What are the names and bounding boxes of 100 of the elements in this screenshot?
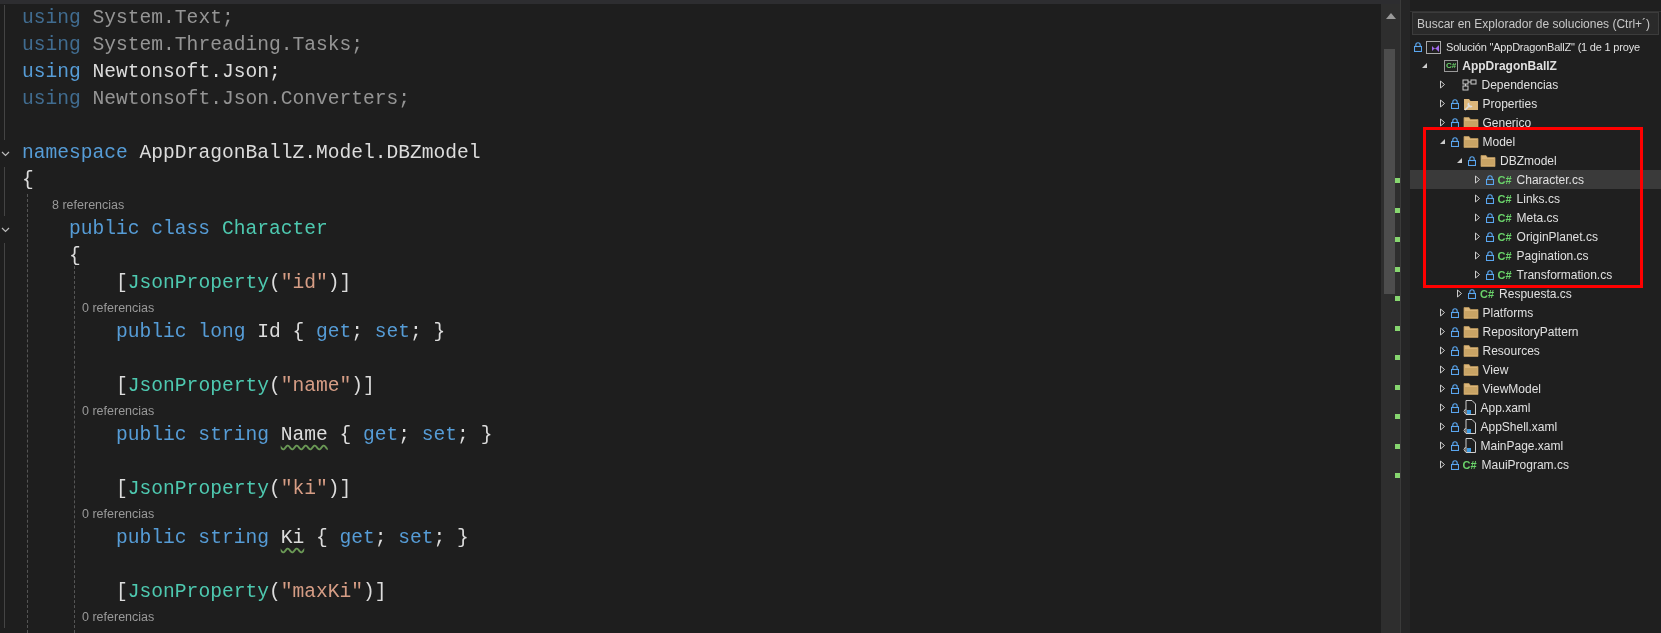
collapsed-arrow-icon[interactable] <box>1437 365 1447 374</box>
tree-item[interactable]: AppShell.xaml <box>1410 417 1661 436</box>
tree-item[interactable]: MainPage.xaml <box>1410 436 1661 455</box>
csharp-file-icon: C# <box>1497 268 1512 281</box>
change-marker <box>1395 355 1400 360</box>
csharp-file-icon: C# <box>1462 458 1477 471</box>
code-line: using System.Text; <box>22 6 234 31</box>
code-line: namespace AppDragonBallZ.Model.DBZmodel <box>22 141 481 166</box>
scroll-up-icon[interactable] <box>1385 13 1396 19</box>
collapsed-arrow-icon[interactable] <box>1472 213 1482 222</box>
folder-icon <box>1462 382 1479 395</box>
collapsed-arrow-icon[interactable] <box>1455 289 1464 298</box>
reference-count[interactable]: 0 referencias <box>82 297 155 319</box>
csharp-file-icon: C# <box>1497 173 1512 186</box>
tree-item[interactable]: C# Links.cs <box>1410 189 1661 208</box>
solution-icon <box>1426 39 1442 54</box>
tree-item[interactable]: Dependencias <box>1410 75 1661 94</box>
collapsed-arrow-icon[interactable] <box>1472 175 1482 184</box>
code-line: using System.Threading.Tasks; <box>22 33 363 58</box>
tree-item[interactable]: C# Pagination.cs <box>1410 246 1661 265</box>
collapsed-arrow-icon[interactable] <box>1437 80 1447 89</box>
collapsed-arrow-icon[interactable] <box>1472 270 1482 279</box>
tree-item[interactable]: C# OriginPlanet.cs <box>1410 227 1661 246</box>
change-marker <box>1395 473 1400 478</box>
tree-item[interactable]: ViewModel <box>1410 379 1661 398</box>
collapsed-arrow-icon[interactable] <box>1437 460 1447 469</box>
tree-item[interactable]: C# Transformation.cs <box>1410 265 1661 284</box>
folder-icon <box>1462 116 1479 129</box>
tree-item[interactable]: C# MauiProgram.cs <box>1410 455 1661 474</box>
expanded-arrow-icon[interactable] <box>1455 156 1464 165</box>
tree-item[interactable]: RepositoryPattern <box>1410 322 1661 341</box>
fold-icon[interactable] <box>1 226 10 233</box>
tree-item[interactable]: Generico <box>1410 113 1661 132</box>
csharp-file-icon: C# <box>1480 287 1495 300</box>
change-marker <box>1395 414 1400 419</box>
tree-item[interactable]: Resources <box>1410 341 1661 360</box>
change-marker <box>1395 296 1400 301</box>
xaml-file-icon <box>1462 400 1477 415</box>
csharp-file-icon: C# <box>1497 230 1512 243</box>
tree-item[interactable]: C# Respuesta.cs <box>1410 284 1661 303</box>
folder-icon <box>1462 344 1479 357</box>
search-field[interactable]: Buscar en Explorador de soluciones (Ctrl+´) <box>1412 12 1659 35</box>
vertical-scrollbar[interactable] <box>1381 4 1400 633</box>
change-marker <box>1395 266 1400 272</box>
change-marker <box>1395 178 1400 183</box>
code-line: public string Name { get; set; } <box>115 423 493 448</box>
folder-icon <box>1480 154 1496 167</box>
folder-icon <box>1462 306 1479 319</box>
tree-item[interactable]: Solución "AppDragonBallZ" (1 de 1 proye <box>1410 37 1661 56</box>
tree-item[interactable]: View <box>1410 360 1661 379</box>
tree-item[interactable]: Platforms <box>1410 303 1661 322</box>
collapsed-arrow-icon[interactable] <box>1472 251 1482 260</box>
project-icon: C# <box>1444 59 1459 72</box>
code-line: [JsonProperty("id")] <box>115 271 352 296</box>
collapsed-arrow-icon[interactable] <box>1472 232 1482 241</box>
collapsed-arrow-icon[interactable] <box>1437 308 1447 317</box>
xaml-file-icon <box>1462 419 1477 434</box>
reference-count[interactable]: 0 referencias <box>82 606 155 628</box>
tree-item[interactable]: App.xaml <box>1410 398 1661 417</box>
collapsed-arrow-icon[interactable] <box>1437 327 1447 336</box>
collapsed-arrow-icon[interactable] <box>1437 441 1447 450</box>
change-marker <box>1395 237 1400 242</box>
code-line: { <box>22 168 34 193</box>
tree-item[interactable]: C# AppDragonBallZ <box>1410 56 1661 75</box>
collapsed-arrow-icon[interactable] <box>1437 384 1447 393</box>
tree-item[interactable]: Model <box>1410 132 1661 151</box>
reference-count[interactable]: 0 referencias <box>82 400 155 422</box>
change-marker <box>1395 384 1400 390</box>
folder-wrench-icon <box>1462 96 1479 111</box>
folder-icon <box>1462 135 1479 148</box>
code-line: [JsonProperty("ki")] <box>115 477 352 502</box>
change-marker <box>1395 207 1400 213</box>
code-line: using Newtonsoft.Json.Converters; <box>22 87 411 112</box>
code-line: [JsonProperty("name")] <box>115 374 375 399</box>
folder-icon <box>1462 363 1479 376</box>
expanded-arrow-icon[interactable] <box>1420 61 1429 70</box>
collapsed-arrow-icon[interactable] <box>1437 346 1447 355</box>
code-line: public long Id { get; set; } <box>115 320 446 345</box>
collapsed-arrow-icon[interactable] <box>1437 118 1447 127</box>
change-marker <box>1395 325 1400 331</box>
collapsed-arrow-icon[interactable] <box>1472 194 1482 203</box>
csharp-file-icon: C# <box>1497 211 1512 224</box>
code-line: public class Character <box>68 217 328 242</box>
code-line: [JsonProperty("maxKi")] <box>115 580 387 605</box>
reference-count[interactable]: 0 referencias <box>82 503 155 525</box>
tree-item[interactable]: C# Character.cs <box>1410 170 1661 189</box>
collapsed-arrow-icon[interactable] <box>1437 422 1447 431</box>
csharp-file-icon: C# <box>1497 192 1512 205</box>
tree-item[interactable]: Properties <box>1410 94 1661 113</box>
xaml-file-icon <box>1462 438 1477 453</box>
tree-item[interactable]: C# Meta.cs <box>1410 208 1661 227</box>
collapsed-arrow-icon[interactable] <box>1437 403 1447 412</box>
collapsed-arrow-icon[interactable] <box>1437 99 1447 108</box>
csharp-file-icon: C# <box>1497 249 1512 262</box>
tree-item[interactable]: DBZmodel <box>1410 151 1661 170</box>
fold-icon[interactable] <box>1 150 10 157</box>
code-line: { <box>68 244 81 269</box>
reference-count[interactable]: 8 referencias <box>52 194 125 216</box>
scrollbar-thumb[interactable] <box>1383 49 1395 294</box>
folder-icon <box>1462 325 1479 338</box>
